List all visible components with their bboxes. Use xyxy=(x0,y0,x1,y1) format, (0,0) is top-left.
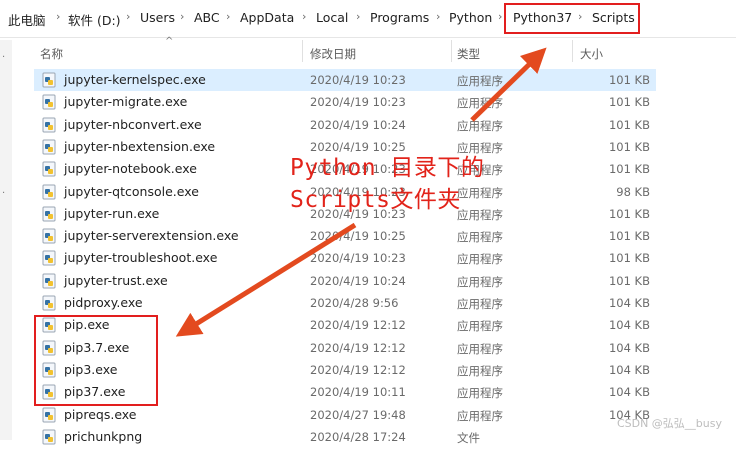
annotation-text: Python 目录下的 Scripts文件夹 xyxy=(290,155,485,213)
arrow-to-path xyxy=(470,47,547,122)
annotation-arrows xyxy=(175,47,547,337)
watermark: CSDN @弘弘__busy xyxy=(616,417,722,430)
arrow-to-pip xyxy=(175,222,357,337)
